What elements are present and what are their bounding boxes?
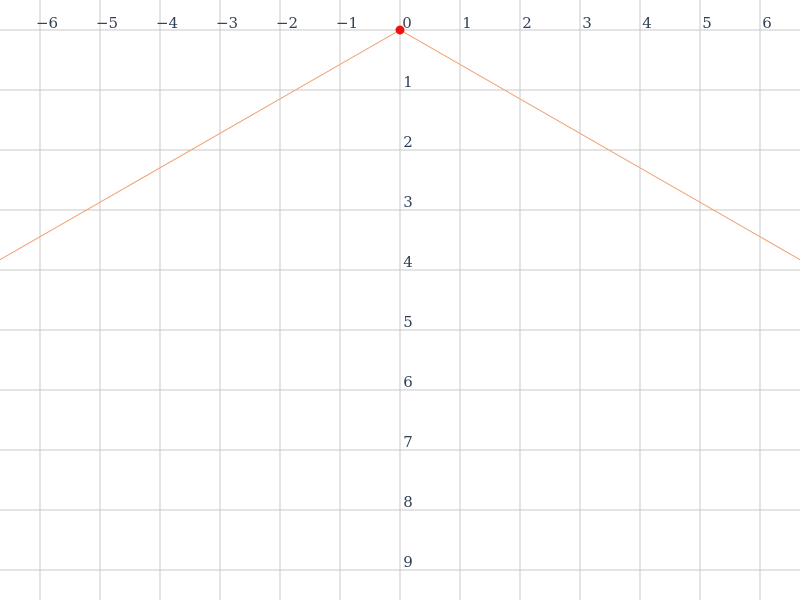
y-tick-label: 5 xyxy=(403,313,413,331)
points-layer xyxy=(395,25,405,35)
y-tick-label: 9 xyxy=(403,553,413,571)
y-tick-label: 6 xyxy=(403,373,413,391)
y-tick-label: 2 xyxy=(403,133,413,151)
y-tick-label: 7 xyxy=(403,433,413,451)
x-tick-label: 4 xyxy=(642,14,652,32)
graph-plot[interactable]: −7−6−5−4−3−2−10123456 123456789 xyxy=(0,0,800,600)
x-tick-label: −2 xyxy=(276,14,298,32)
x-tick-label: −6 xyxy=(36,14,58,32)
x-tick-labels: −7−6−5−4−3−2−10123456 xyxy=(36,14,772,32)
x-tick-label: −1 xyxy=(336,14,358,32)
x-tick-label: 3 xyxy=(582,14,592,32)
x-tick-label: −4 xyxy=(156,14,178,32)
x-tick-label: 5 xyxy=(702,14,712,32)
x-tick-label: −5 xyxy=(96,14,118,32)
x-tick-label: −3 xyxy=(216,14,238,32)
y-tick-label: 3 xyxy=(403,193,413,211)
x-tick-label: 6 xyxy=(762,14,772,32)
vertex-point[interactable] xyxy=(395,25,405,35)
y-tick-label: 8 xyxy=(403,493,413,511)
y-tick-label: 1 xyxy=(403,73,413,91)
grid xyxy=(0,0,800,600)
x-tick-label: 2 xyxy=(522,14,532,32)
x-tick-label: 1 xyxy=(462,14,472,32)
y-tick-label: 4 xyxy=(403,253,413,271)
y-tick-labels: 1 2 3 4 5 6 7 8 9 xyxy=(403,73,413,571)
